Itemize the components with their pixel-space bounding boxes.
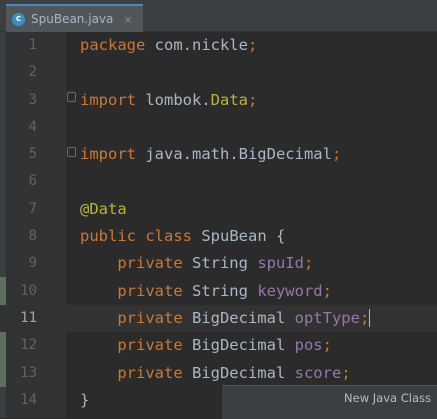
code-token: optType (294, 308, 360, 327)
code-text: @Data (80, 196, 127, 223)
code-token: ; (341, 363, 351, 382)
java-class-icon: c (12, 12, 25, 26)
file-tab[interactable]: c SpuBean.java × (6, 4, 143, 32)
new-java-class-popup: New Java Class (222, 385, 437, 419)
line-number: 11 (20, 309, 37, 326)
code-line[interactable]: 1 package com.nickle; (0, 32, 437, 59)
code-token: Data (210, 90, 248, 109)
fold-marker-icon[interactable] (67, 147, 76, 157)
line-number: 13 (20, 364, 37, 381)
code-line[interactable]: 13 private BigDecimal score; (0, 360, 437, 387)
code-text: private BigDecimal optType; (80, 305, 371, 332)
code-line[interactable]: 12 private BigDecimal pos; (0, 332, 437, 359)
code-editor[interactable]: 1 package com.nickle; 2 3 import lombok.Data… (0, 32, 437, 414)
code-token: ; (331, 145, 342, 164)
code-token: BigDecimal (191, 308, 295, 327)
code-token: private (80, 254, 192, 273)
fold-marker-icon[interactable] (67, 92, 76, 102)
code-token: ; (303, 254, 314, 273)
line-number: 10 (20, 282, 37, 299)
code-line[interactable]: 2 (0, 59, 437, 86)
line-number: 8 (28, 228, 37, 245)
line-number: 1 (28, 37, 37, 53)
code-token: import (80, 90, 146, 109)
code-token: public class (80, 227, 202, 246)
code-text: private String keyword; (80, 278, 332, 305)
code-line[interactable]: 6 (0, 168, 437, 195)
code-token: package (80, 36, 155, 54)
code-token: ; (247, 36, 258, 54)
code-token: ; (322, 336, 332, 355)
code-token: private (80, 336, 192, 355)
close-icon[interactable]: × (123, 13, 132, 26)
code-token: private (80, 308, 192, 327)
code-line[interactable]: 3 import lombok.Data; (0, 87, 437, 114)
code-token: String (191, 281, 258, 300)
code-text: import java.math.BigDecimal; (80, 141, 341, 168)
code-text: package com.nickle; (80, 32, 257, 59)
code-token: spuId (257, 254, 304, 273)
code-line[interactable]: 11 private BigDecimal optType; (0, 304, 437, 333)
code-line[interactable]: 4 (0, 114, 437, 141)
code-line[interactable]: 9 private String spuId; (0, 250, 437, 277)
code-token: SpuBean { (201, 227, 286, 246)
code-token: pos (294, 336, 323, 355)
line-number: 14 (20, 391, 37, 408)
code-line[interactable]: 8 public class SpuBean { (0, 223, 437, 250)
line-number: 4 (28, 118, 37, 135)
code-text: private BigDecimal pos; (80, 332, 332, 359)
code-token: } (80, 390, 90, 409)
code-token: keyword (257, 281, 323, 300)
code-token: com.nickle (154, 36, 248, 54)
line-number: 5 (28, 146, 37, 163)
text-caret (369, 309, 371, 328)
code-text: public class SpuBean { (80, 223, 285, 250)
code-text: private BigDecimal score; (80, 360, 351, 387)
code-token: ; (247, 90, 258, 109)
line-number: 6 (28, 173, 37, 190)
line-number: 9 (28, 255, 37, 272)
code-token: ; (359, 308, 370, 327)
code-text: import lombok.Data; (80, 87, 257, 114)
line-number: 2 (28, 64, 37, 81)
code-token: BigDecimal (191, 363, 295, 382)
line-number: 7 (28, 200, 37, 217)
code-token: BigDecimal (191, 336, 295, 355)
code-line[interactable]: 7 @Data (0, 196, 437, 223)
code-token: String (191, 254, 258, 273)
line-number: 3 (28, 91, 37, 108)
code-line[interactable]: 5 import java.math.BigDecimal; (0, 141, 437, 168)
code-token: java.math.BigDecimal (145, 145, 332, 164)
code-text: } (80, 387, 89, 414)
code-token: score (294, 363, 342, 382)
file-tab-label: SpuBean.java (31, 12, 114, 26)
editor-tab-bar: c SpuBean.java × (0, 0, 437, 32)
code-token: @Data (80, 199, 127, 218)
code-text: private String spuId; (80, 250, 313, 277)
code-token: private (80, 281, 192, 300)
code-token: private (80, 363, 192, 382)
popup-title: New Java Class (344, 391, 431, 405)
code-token: ; (322, 281, 332, 300)
code-line[interactable]: 10 private String keyword; (0, 278, 437, 305)
line-number: 12 (20, 337, 37, 354)
code-token: lombok. (145, 90, 211, 109)
code-token: import (80, 145, 146, 164)
